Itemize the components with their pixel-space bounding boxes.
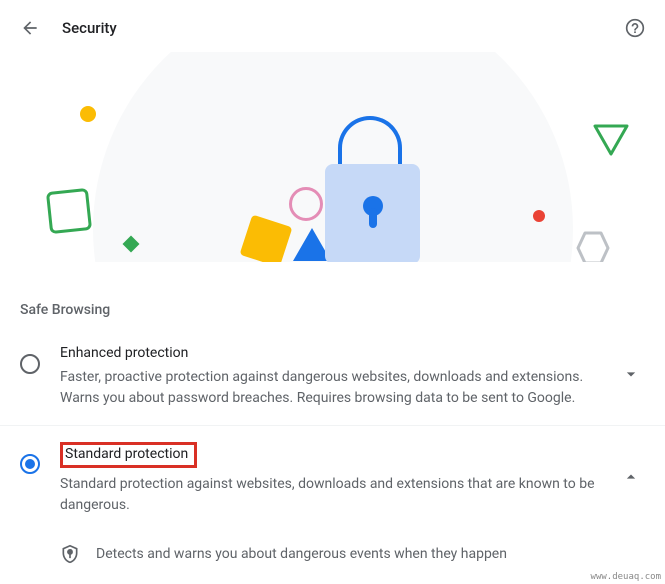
radio-standard[interactable]: [20, 454, 40, 474]
option-enhanced-protection[interactable]: Enhanced protection Faster, proactive pr…: [0, 326, 665, 426]
help-icon: [625, 18, 645, 38]
option-title: Enhanced protection: [60, 345, 188, 361]
page-title: Security: [62, 19, 117, 37]
chevron-up-icon: [621, 467, 641, 487]
option-description: Faster, proactive protection against dan…: [60, 367, 609, 409]
collapse-button[interactable]: [621, 467, 641, 491]
watermark: www.deuaq.com: [591, 572, 661, 582]
option-title: Standard protection: [60, 442, 197, 468]
radio-enhanced[interactable]: [20, 354, 40, 374]
detail-text: Detects and warns you about dangerous ev…: [96, 546, 507, 562]
back-button[interactable]: [20, 18, 40, 38]
chevron-down-icon: [621, 364, 641, 384]
option-standard-protection[interactable]: Standard protection Standard protection …: [0, 426, 665, 532]
shield-icon: [60, 544, 80, 564]
detail-item: Detects and warns you about dangerous ev…: [0, 532, 665, 576]
arrow-left-icon: [20, 18, 40, 38]
option-description: Standard protection against websites, do…: [60, 474, 609, 516]
decoration-ring-icon: [289, 187, 323, 221]
section-heading: Safe Browsing: [0, 262, 665, 326]
help-button[interactable]: [625, 18, 645, 38]
hero-illustration: [0, 52, 665, 262]
decoration-dot-icon: [533, 210, 545, 222]
expand-button[interactable]: [621, 364, 641, 388]
decoration-square-icon: [46, 188, 92, 234]
decoration-circle-icon: [80, 106, 96, 122]
lock-icon: [325, 164, 420, 262]
decoration-hexagon-icon: [575, 230, 611, 262]
decoration-triangle-outline-icon: [591, 122, 631, 158]
